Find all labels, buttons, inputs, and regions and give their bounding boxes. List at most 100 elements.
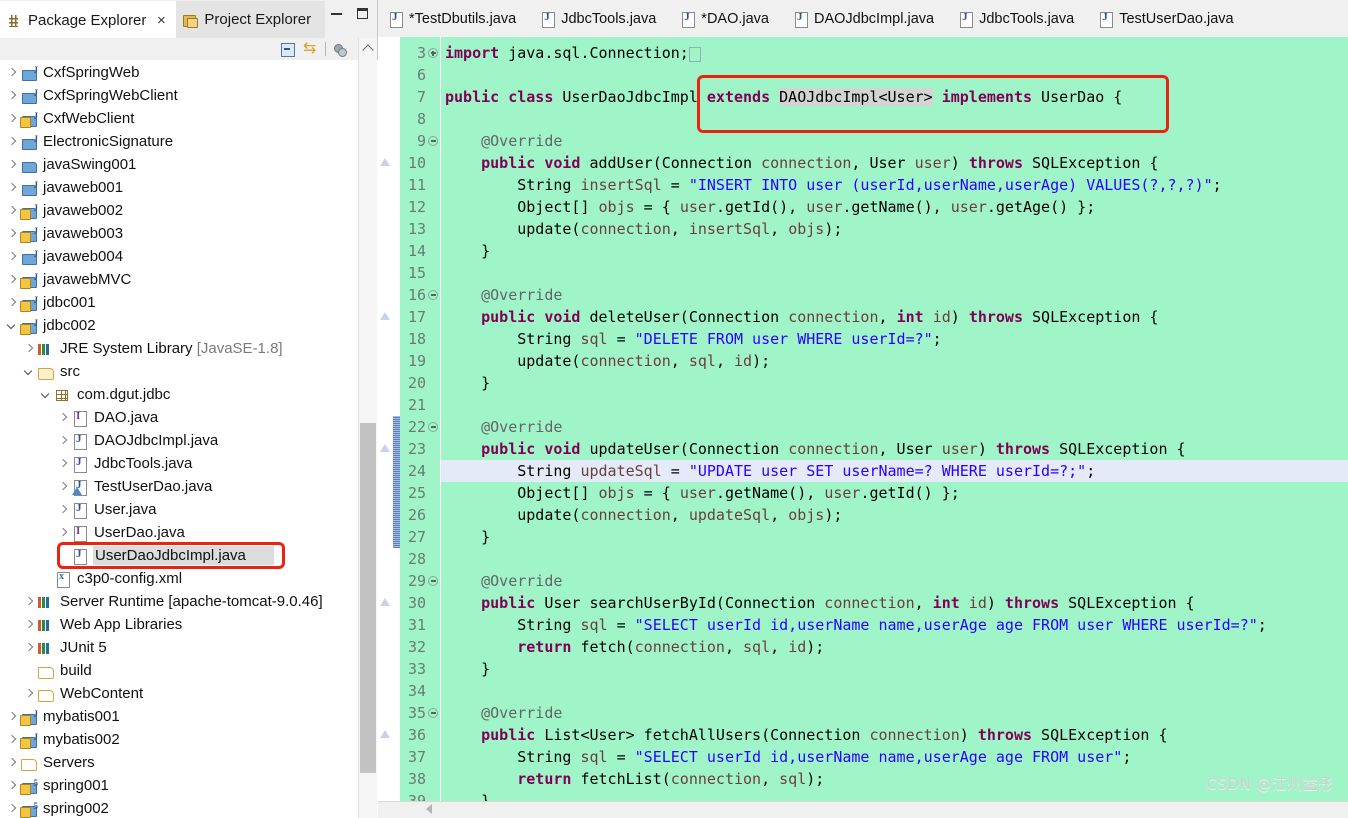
editor-tab[interactable]: *TestDbutils.java [378,1,530,37]
tree-item-selected[interactable]: UserDaoJdbcImpl.java [0,544,358,567]
tree-item[interactable]: jdbc001 [0,291,358,314]
editor-horizontal-scrollbar[interactable] [378,801,1348,818]
code-line[interactable]: } [441,240,490,262]
chevron-right-icon[interactable] [4,222,20,245]
code-line[interactable]: update(connection, sql, id); [441,350,770,372]
code-line[interactable]: public void addUser(Connection connectio… [441,152,1158,174]
code-line[interactable] [441,108,454,130]
chevron-down-icon[interactable] [21,360,37,383]
override-marker-icon[interactable] [380,598,390,606]
code-line[interactable]: @Override [441,130,562,152]
chevron-right-icon[interactable] [21,590,37,613]
tree-item[interactable]: CxfSpringWeb [0,61,358,84]
code-line[interactable] [441,262,454,284]
code-line[interactable]: update(connection, updateSql, objs); [441,504,842,526]
chevron-right-icon[interactable] [4,705,20,728]
code-line[interactable]: update(connection, insertSql, objs); [441,218,842,240]
code-line[interactable]: Object[] objs = { user.getName(), user.g… [441,482,960,504]
tree-item[interactable]: javaweb003 [0,222,358,245]
tree-item[interactable]: CxfSpringWebClient [0,84,358,107]
override-marker-icon[interactable] [380,444,390,452]
code-line[interactable]: import java.sql.Connection; [441,42,702,64]
code-line[interactable]: String sql = "SELECT userId id,userName … [441,614,1267,636]
chevron-right-icon[interactable] [4,268,20,291]
editor-tab[interactable]: *DAO.java [670,1,783,37]
code-line[interactable] [441,64,454,86]
tree-item[interactable]: Servers [0,751,358,774]
chevron-right-icon[interactable] [21,682,37,705]
tree-item[interactable]: com.dgut.jdbc [0,383,358,406]
chevron-right-icon[interactable] [4,130,20,153]
fold-collapse-icon[interactable] [427,702,439,724]
code-line-current[interactable]: String updateSql = "UPDATE user SET user… [441,460,1348,482]
chevron-right-icon[interactable] [55,452,71,475]
scrollbar-thumb[interactable] [360,423,376,773]
view-tab-package-explorer[interactable]: Package Explorer × [0,1,177,38]
tree-item[interactable]: javaweb004 [0,245,358,268]
maximize-icon[interactable] [355,6,371,22]
tree-item[interactable]: JdbcTools.java [0,452,358,475]
chevron-right-icon[interactable] [4,728,20,751]
tree-item[interactable]: UserDao.java [0,521,358,544]
annotation-ruler[interactable] [378,37,393,818]
code-line[interactable] [441,394,454,416]
tree-vertical-scrollbar[interactable] [358,38,377,818]
chevron-right-icon[interactable] [55,406,71,429]
code-line[interactable]: } [441,526,490,548]
code-line[interactable]: public List<User> fetchAllUsers(Connecti… [441,724,1167,746]
code-line[interactable]: public User searchUserById(Connection co… [441,592,1194,614]
tree-item[interactable]: javaweb002 [0,199,358,222]
collapse-all-icon[interactable] [279,40,297,58]
chevron-down-icon[interactable] [38,383,54,406]
code-line[interactable]: public void deleteUser(Connection connec… [441,306,1158,328]
fold-collapse-icon[interactable] [427,130,439,152]
chevron-right-icon[interactable] [4,751,20,774]
tree-item[interactable]: build [0,659,358,682]
tree-item[interactable]: mybatis001 [0,705,358,728]
code-line[interactable]: @Override [441,702,562,724]
code-line[interactable] [441,548,454,570]
override-marker-icon[interactable] [380,158,390,166]
tree-item[interactable]: DAO.java [0,406,358,429]
tree-item[interactable]: spring002 [0,797,358,818]
chevron-right-icon[interactable] [4,245,20,268]
chevron-right-icon[interactable] [4,107,20,130]
editor-tab[interactable]: TestUserDao.java [1088,1,1247,37]
tree-item[interactable]: ElectronicSignature [0,130,358,153]
tree-item[interactable]: jdbc002 [0,314,358,337]
tree-item[interactable]: DAOJdbcImpl.java [0,429,358,452]
tree-item[interactable]: Server Runtime [apache-tomcat-9.0.46] [0,590,358,613]
chevron-right-icon[interactable] [4,176,20,199]
code-line[interactable]: return fetch(connection, sql, id); [441,636,824,658]
tree-item[interactable]: JRE System Library [JavaSE-1.8] [0,337,358,360]
chevron-right-icon[interactable] [4,153,20,176]
fold-collapse-icon[interactable] [427,416,439,438]
chevron-right-icon[interactable] [4,797,20,818]
editor-tab[interactable]: JdbcTools.java [948,1,1088,37]
close-icon[interactable]: × [154,12,168,29]
tree-item[interactable]: Web App Libraries [0,613,358,636]
tree-item[interactable]: javawebMVC [0,268,358,291]
code-line[interactable]: return fetchList(connection, sql); [441,768,824,790]
chevron-right-icon[interactable] [55,521,71,544]
code-line[interactable]: String sql = "DELETE FROM user WHERE use… [441,328,941,350]
chevron-right-icon[interactable] [21,337,37,360]
tree-item[interactable]: User.java [0,498,358,521]
code-line[interactable]: } [441,372,490,394]
chevron-right-icon[interactable] [4,84,20,107]
chevron-right-icon[interactable] [4,291,20,314]
code-line[interactable]: String sql = "SELECT userId id,userName … [441,746,1131,768]
minimize-icon[interactable] [329,6,345,22]
override-marker-icon[interactable] [380,730,390,738]
view-menu-icon[interactable] [331,40,349,58]
chevron-right-icon[interactable] [55,475,71,498]
code-line[interactable]: String insertSql = "INSERT INTO user (us… [441,174,1221,196]
tree-item[interactable]: WebContent [0,682,358,705]
tree-item[interactable]: TestUserDao.java [0,475,358,498]
scroll-right-arrow-icon[interactable] [426,804,432,814]
scroll-up-arrow-icon[interactable] [359,38,377,58]
code-line[interactable]: @Override [441,416,562,438]
tree-item[interactable]: spring001 [0,774,358,797]
editor-tab[interactable]: JdbcTools.java [530,1,670,37]
chevron-right-icon[interactable] [21,636,37,659]
